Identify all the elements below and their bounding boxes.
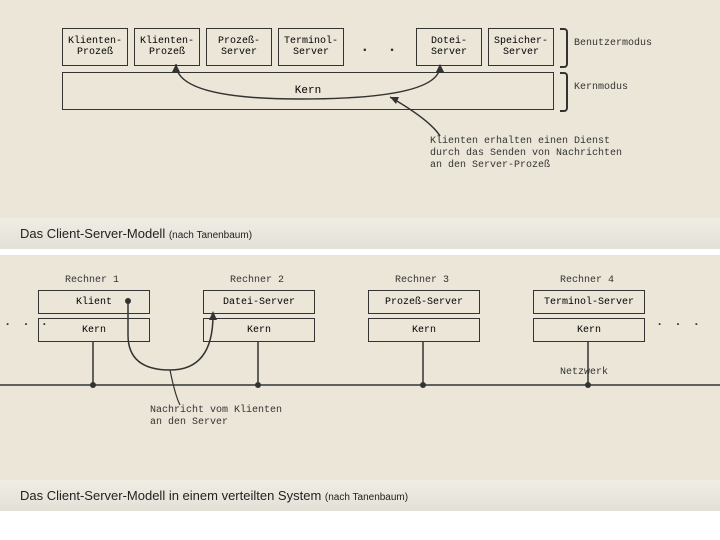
box-r3-top: Prozeß-Server — [368, 290, 480, 314]
box-r4-top: Terminol-Server — [533, 290, 645, 314]
header-r3: Rechner 3 — [395, 275, 449, 287]
annotation-text: Klienten erhalten einen Dienst durch das… — [430, 136, 622, 172]
header-r2: Rechner 2 — [230, 275, 284, 287]
box-r3-kern: Kern — [368, 318, 480, 342]
caption-2-main: Das Client-Server-Modell in einem vertei… — [20, 488, 325, 503]
caption-2-small: (nach Tanenbaum) — [325, 492, 408, 503]
box-klienten-prozess-2: Klienten- Prozeß — [134, 28, 200, 66]
box-terminal-server: Terminol- Server — [278, 28, 344, 66]
box-r1-top: Klient — [38, 290, 150, 314]
arrow-overlay-2 — [0, 255, 720, 480]
box-r1-kern: Kern — [38, 318, 150, 342]
box-prozess-server: Prozeß- Server — [206, 28, 272, 66]
label-usermode: Benutzermodus — [574, 38, 652, 50]
label-kernelmode: Kernmodus — [574, 82, 628, 94]
brace-usermode — [560, 28, 568, 68]
label-netzwerk: Netzwerk — [560, 367, 608, 379]
figure-2: Rechner 1 Rechner 2 Rechner 3 Rechner 4 … — [0, 255, 720, 480]
box-r2-kern: Kern — [203, 318, 315, 342]
caption-2: Das Client-Server-Modell in einem vertei… — [0, 480, 720, 511]
header-r4: Rechner 4 — [560, 275, 614, 287]
box-speicher-server: Speicher- Server — [488, 28, 554, 66]
caption-1-main: Das Client-Server-Modell — [20, 226, 169, 241]
box-r2-top: Datei-Server — [203, 290, 315, 314]
caption-1: Das Client-Server-Modell (nach Tanenbaum… — [0, 218, 720, 249]
box-klienten-prozess-1: Klienten- Prozeß — [62, 28, 128, 66]
brace-kernelmode — [560, 72, 568, 112]
box-r4-kern: Kern — [533, 318, 645, 342]
box-kern: Kern — [62, 72, 554, 110]
header-r1: Rechner 1 — [65, 275, 119, 287]
annotation-2: Nachricht vom Klienten an den Server — [150, 405, 282, 429]
ellipsis-right: . . . — [656, 315, 702, 329]
figure-1: Klienten- Prozeß Klienten- Prozeß Prozeß… — [0, 0, 720, 218]
caption-1-small: (nach Tanenbaum) — [169, 230, 252, 241]
box-datei-server: Dotei- Server — [416, 28, 482, 66]
ellipsis-left: . . . — [4, 315, 50, 329]
